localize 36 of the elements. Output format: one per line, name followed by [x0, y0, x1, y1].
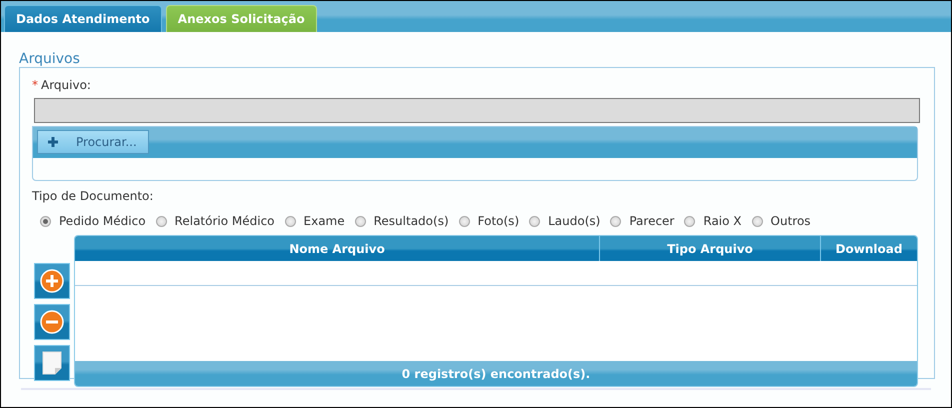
- plus-icon: [48, 137, 58, 147]
- column-header[interactable]: Tipo Arquivo: [599, 236, 820, 261]
- radio-button[interactable]: [40, 216, 51, 226]
- radio-option[interactable]: Exame: [284, 214, 345, 228]
- radio-option[interactable]: Parecer: [610, 214, 674, 228]
- radio-button[interactable]: [752, 216, 763, 226]
- radio-option[interactable]: Relatório Médico: [156, 214, 275, 228]
- remove-button[interactable]: [34, 304, 70, 340]
- column-header[interactable]: Nome Arquivo: [75, 236, 599, 261]
- radio-button[interactable]: [156, 216, 167, 226]
- radio-button[interactable]: [458, 216, 470, 226]
- radio-option[interactable]: Laudo(s): [529, 214, 600, 228]
- radio-option[interactable]: Outros: [752, 214, 811, 228]
- radio-button[interactable]: [354, 216, 366, 226]
- radio-button[interactable]: [684, 216, 696, 226]
- plus-icon: [40, 269, 64, 293]
- field-label: Tipo de Documento:: [32, 189, 154, 203]
- section-title: Arquivos: [19, 51, 80, 67]
- document-button[interactable]: [34, 345, 70, 381]
- radio-option[interactable]: Pedido Médico: [40, 214, 146, 228]
- radio-button[interactable]: [529, 216, 540, 226]
- tab[interactable]: Dados Atendimento: [4, 5, 162, 32]
- radio-option[interactable]: Foto(s): [458, 214, 520, 228]
- column-header[interactable]: Download: [820, 236, 917, 261]
- radio-button[interactable]: [284, 216, 296, 226]
- document-icon: [42, 351, 62, 375]
- add-button[interactable]: [34, 263, 70, 299]
- radio-option[interactable]: Resultado(s): [354, 214, 449, 228]
- file-field[interactable]: [34, 98, 920, 123]
- radio-button[interactable]: [610, 216, 622, 226]
- minus-icon: [40, 310, 64, 334]
- radio-option[interactable]: Raio X: [684, 214, 742, 228]
- record-count: 0 registro(s) encontrado(s).: [75, 361, 917, 386]
- required-mark: *: [32, 78, 38, 92]
- browse-button[interactable]: Procurar...: [37, 130, 149, 154]
- field-label: Arquivo:: [41, 78, 91, 92]
